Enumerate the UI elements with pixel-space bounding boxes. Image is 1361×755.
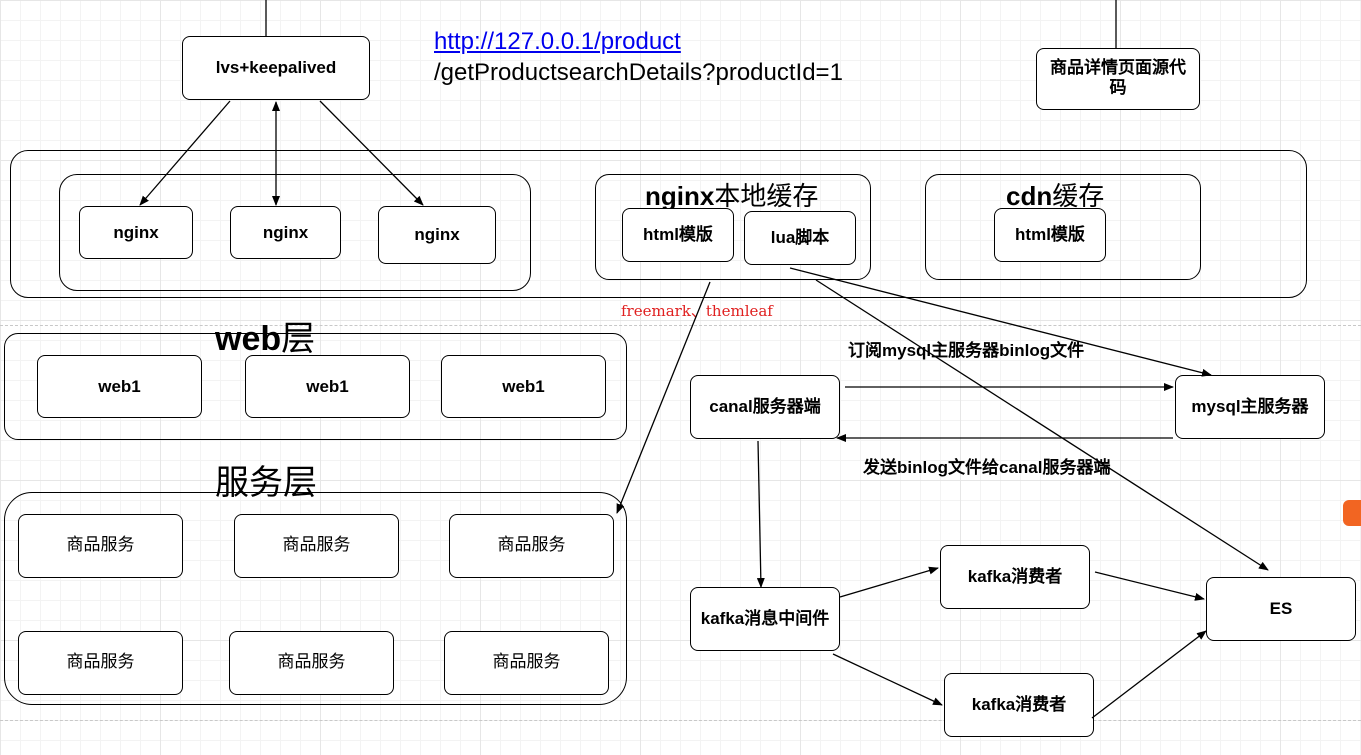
web1-label: web1	[502, 376, 545, 396]
cdn-cache-title-bold: cdn	[1006, 181, 1053, 211]
product-service-node-1[interactable]: 商品服务	[18, 514, 183, 578]
web1-node-3[interactable]: web1	[441, 355, 606, 418]
nginx-local-cache-title-rest: 本地缓存	[714, 182, 819, 212]
mysql-master-label: mysql主服务器	[1191, 397, 1309, 417]
product-url-path: /getProductsearchDetails?productId=1	[434, 59, 843, 86]
product-service-label: 商品服务	[492, 652, 561, 673]
edge-consumer-2-to-es	[1091, 630, 1207, 719]
edge-consumer-1-to-es	[1094, 571, 1205, 601]
web1-node-2[interactable]: web1	[245, 355, 410, 418]
edge-logo-icon	[1343, 500, 1361, 526]
edge-kafka-to-consumer-1	[839, 566, 939, 598]
es-label: ES	[1269, 599, 1293, 619]
html-template-node-nginx[interactable]: html模版	[622, 208, 734, 262]
nginx-node-2[interactable]: nginx	[230, 206, 341, 259]
product-page-source-node[interactable]: 商品详情页面源代码	[1036, 48, 1200, 110]
lvs-keepalived-label: lvs+keepalived	[215, 58, 337, 78]
product-service-node-5[interactable]: 商品服务	[229, 631, 394, 695]
product-service-node-3[interactable]: 商品服务	[449, 514, 614, 578]
product-page-source-label: 商品详情页面源代码	[1050, 58, 1186, 98]
web1-label: web1	[306, 376, 349, 396]
html-template-label: html模版	[1015, 225, 1085, 245]
product-service-node-4[interactable]: 商品服务	[18, 631, 183, 695]
template-engines-annotation: freemark、themleaf	[621, 302, 773, 320]
edge-canal-to-kafka	[756, 440, 765, 588]
kafka-mq-node[interactable]: kafka消息中间件	[690, 587, 840, 651]
canal-server-label: canal服务器端	[709, 397, 821, 417]
edge-kafka-to-consumer-2	[832, 653, 943, 706]
mysql-master-node[interactable]: mysql主服务器	[1175, 375, 1325, 439]
web1-label: web1	[98, 376, 141, 396]
product-service-label: 商品服务	[497, 535, 566, 556]
product-service-label: 商品服务	[66, 535, 135, 556]
product-service-label: 商品服务	[277, 652, 346, 673]
kafka-consumer-label: kafka消费者	[971, 695, 1067, 715]
kafka-consumer-node-1[interactable]: kafka消费者	[940, 545, 1090, 609]
kafka-consumer-node-2[interactable]: kafka消费者	[944, 673, 1094, 737]
nginx-label: nginx	[262, 222, 309, 242]
lvs-keepalived-node[interactable]: lvs+keepalived	[182, 36, 370, 100]
nginx-local-cache-title-bold: nginx	[645, 181, 715, 211]
send-binlog-annotation: 发送binlog文件给canal服务器端	[863, 458, 1111, 477]
lua-script-label: lua脚本	[770, 228, 830, 248]
web1-node-1[interactable]: web1	[37, 355, 202, 418]
product-service-label: 商品服务	[66, 652, 135, 673]
canal-server-node[interactable]: canal服务器端	[690, 375, 840, 439]
lua-script-node[interactable]: lua脚本	[744, 211, 856, 265]
page-boundary-bottom	[0, 720, 1361, 721]
product-service-label: 商品服务	[282, 535, 351, 556]
html-template-node-cdn[interactable]: html模版	[994, 208, 1106, 262]
product-url-link[interactable]: http://127.0.0.1/product	[434, 28, 681, 56]
es-node[interactable]: ES	[1206, 577, 1356, 641]
subscribe-binlog-annotation: 订阅mysql主服务器binlog文件	[848, 341, 1085, 360]
nginx-label: nginx	[414, 225, 460, 245]
html-template-label: html模版	[643, 225, 713, 245]
product-service-node-2[interactable]: 商品服务	[234, 514, 399, 578]
kafka-consumer-label: kafka消费者	[967, 567, 1063, 587]
kafka-mq-label: kafka消息中间件	[700, 609, 830, 629]
product-service-node-6[interactable]: 商品服务	[444, 631, 609, 695]
nginx-node-1[interactable]: nginx	[79, 206, 193, 259]
nginx-label: nginx	[113, 222, 159, 242]
page-boundary-top	[0, 325, 1361, 326]
nginx-node-3[interactable]: nginx	[378, 206, 496, 264]
